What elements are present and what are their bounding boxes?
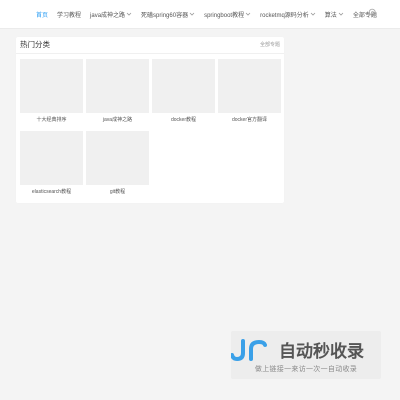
chevron-down-icon (310, 12, 316, 16)
nav-item-tutorials[interactable]: 学习教程 (57, 10, 81, 19)
category-tile[interactable]: 十大经典排序 (20, 59, 83, 125)
card-header: 热门分类 全部专题 (16, 37, 284, 54)
nav-item-java[interactable]: java成神之路 (90, 10, 132, 19)
category-label: git教程 (109, 189, 126, 195)
nav-item-label: rocketmq源码分析 (260, 12, 309, 19)
search-icon[interactable] (368, 8, 378, 18)
chevron-down-icon (189, 12, 195, 16)
category-thumbnail (218, 59, 281, 113)
category-thumbnail (86, 59, 149, 113)
nav-item-label: 算法 (324, 12, 337, 19)
category-tile[interactable]: docker教程 (152, 59, 215, 125)
top-navigation-bar: 首页 学习教程 java成神之路 死磕spring60容器 springboot… (0, 0, 400, 29)
chevron-down-icon (245, 12, 251, 16)
category-thumbnail (20, 59, 83, 113)
category-thumbnail (20, 131, 83, 185)
category-label: elasticsearch教程 (31, 189, 72, 195)
nav-item-label: 学习教程 (57, 12, 82, 19)
watermark-tagline: 做上链接一来访一次一自动收录 (254, 366, 358, 373)
nav-item-spring[interactable]: 死磕spring60容器 (141, 10, 195, 19)
category-tile[interactable]: docker官方翻译 (218, 59, 281, 125)
category-label: 十大经典排序 (36, 117, 67, 123)
category-tile[interactable]: git教程 (86, 131, 149, 197)
watermark: 自动秒收录 做上链接一来访一次一自动收录 (231, 331, 381, 379)
all-topics-link[interactable]: 全部专题 (260, 41, 280, 48)
watermark-logo: 自动秒收录 (231, 339, 364, 362)
category-thumbnail (152, 59, 215, 113)
category-tile[interactable]: java成神之路 (86, 59, 149, 125)
nav-item-algorithm[interactable]: 算法 (325, 10, 344, 19)
nav-item-rocketmq[interactable]: rocketmq源码分析 (260, 10, 316, 19)
category-label: docker官方翻译 (231, 117, 267, 123)
nav-item-springboot[interactable]: springboot教程 (204, 10, 251, 19)
nav-item-label: java成神之路 (90, 12, 126, 19)
nav-item-home[interactable]: 首页 (36, 10, 48, 19)
chevron-down-icon (338, 12, 344, 16)
chevron-down-icon (126, 12, 132, 16)
nav-item-label: springboot教程 (204, 12, 245, 19)
nav-item-label: 死磕spring60容器 (141, 12, 189, 19)
watermark-brand: 自动秒收录 (279, 341, 364, 362)
section-title: 热门分类 (20, 40, 50, 49)
nav-item-label: 首页 (36, 12, 49, 19)
category-tile[interactable]: elasticsearch教程 (20, 131, 83, 197)
hot-categories-card: 热门分类 全部专题 十大经典排序 java成神之路 docker教程 docke… (16, 37, 284, 203)
category-label: java成神之路 (102, 117, 133, 123)
category-thumbnail (86, 131, 149, 185)
nav-menu: 首页 学习教程 java成神之路 死磕spring60容器 springboot… (36, 0, 386, 28)
category-label: docker教程 (170, 117, 196, 123)
